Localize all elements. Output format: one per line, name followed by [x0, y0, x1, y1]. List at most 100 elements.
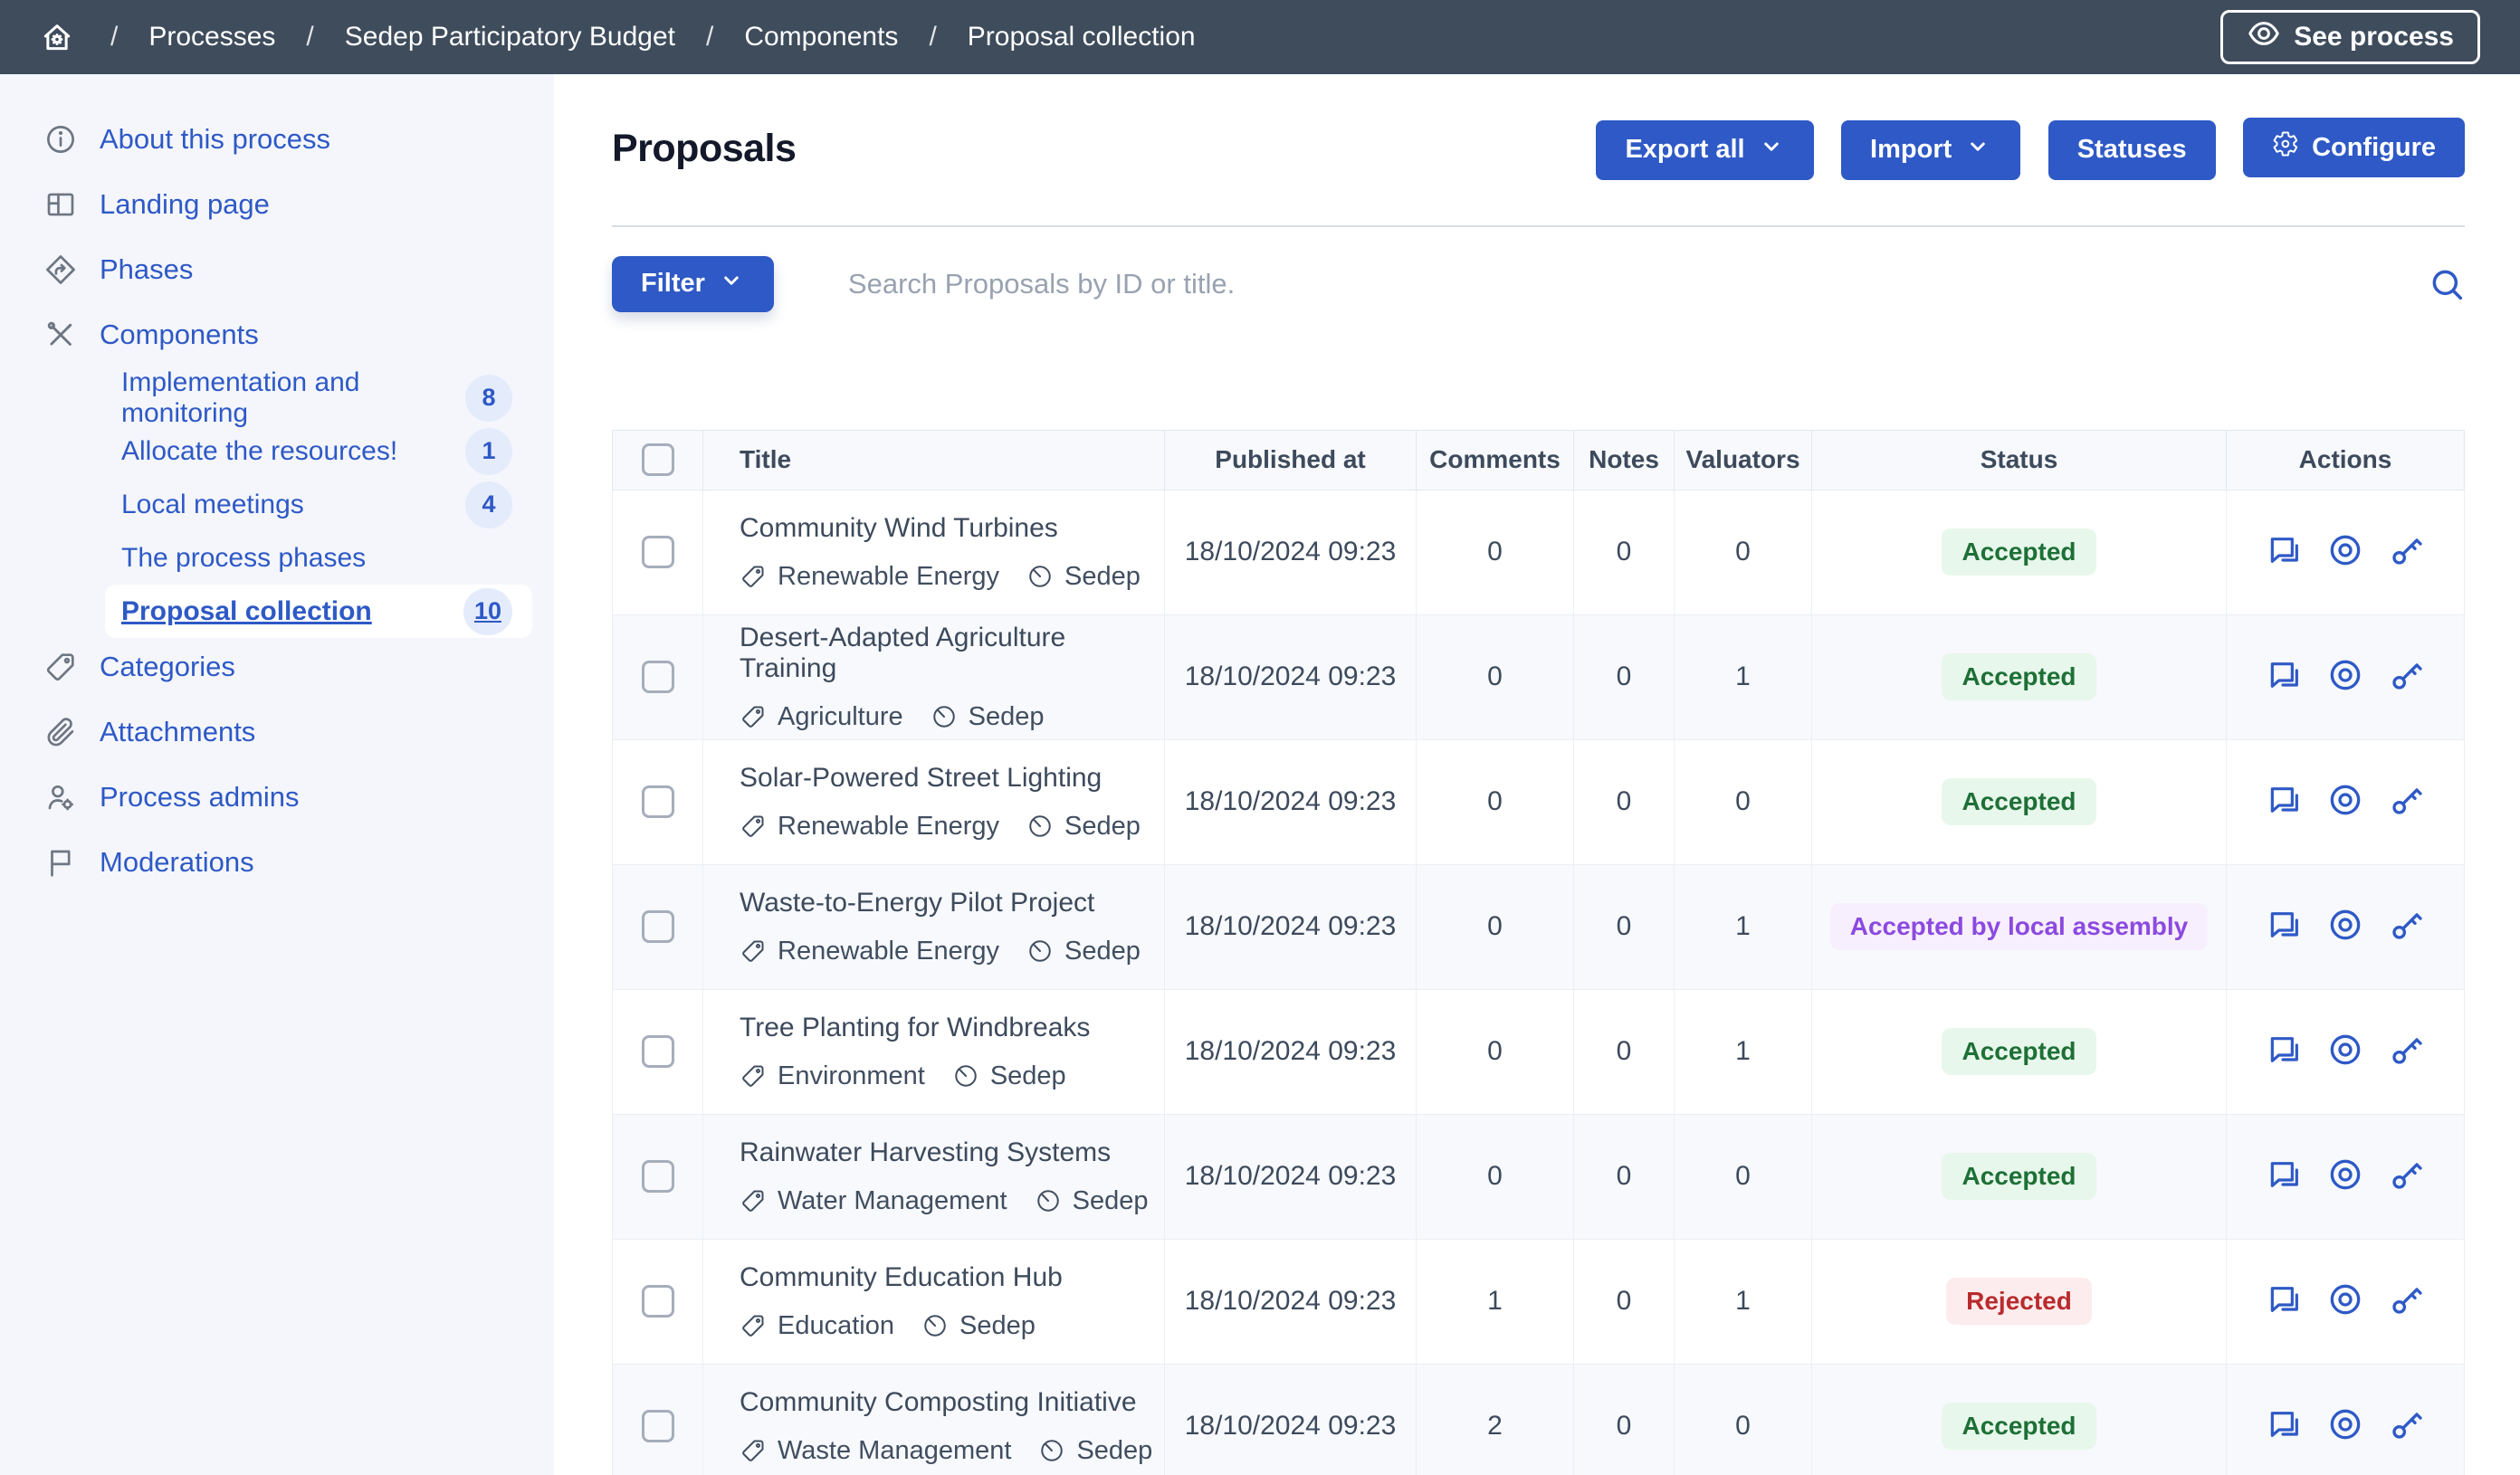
statuses-button[interactable]: Statuses [2048, 120, 2216, 180]
notes-count: 0 [1574, 739, 1675, 864]
row-checkbox[interactable] [642, 910, 674, 943]
permissions-button[interactable] [2389, 782, 2425, 818]
sidebar-item-label: Process admins [100, 781, 300, 814]
row-checkbox[interactable] [642, 1285, 674, 1318]
sidebar-item-categories[interactable]: Categories [43, 638, 532, 696]
status-badge: Accepted [1942, 1403, 2095, 1450]
gear-icon [2272, 130, 2299, 165]
key-icon [2389, 1281, 2425, 1318]
see-process-button[interactable]: See process [2220, 10, 2480, 64]
search-input[interactable] [848, 268, 2410, 300]
key-icon [2389, 1032, 2425, 1068]
show-proposal-button[interactable] [2327, 657, 2363, 693]
show-proposal-button[interactable] [2327, 1032, 2363, 1068]
row-checkbox[interactable] [642, 1160, 674, 1193]
page-title: Proposals [612, 127, 796, 171]
permissions-button[interactable] [2389, 1281, 2425, 1318]
home-icon[interactable] [40, 20, 74, 54]
row-checkbox[interactable] [642, 1035, 674, 1068]
notes-count: 0 [1574, 1114, 1675, 1239]
show-proposal-button[interactable] [2327, 1156, 2363, 1193]
show-proposal-button[interactable] [2327, 1281, 2363, 1318]
proposal-category: Environment [778, 1061, 925, 1091]
answer-proposal-button[interactable] [2266, 532, 2302, 568]
sidebar-item-label: Phases [100, 253, 193, 286]
proposal-title[interactable]: Community Composting Initiative [740, 1387, 1164, 1418]
configure-button[interactable]: Configure [2243, 118, 2465, 177]
import-button[interactable]: Import [1841, 120, 2020, 180]
permissions-button[interactable] [2389, 1406, 2425, 1442]
sidebar-component-item[interactable]: The process phases [105, 531, 532, 585]
answer-proposal-button[interactable] [2266, 1032, 2302, 1068]
answer-proposal-button[interactable] [2266, 657, 2302, 693]
permissions-button[interactable] [2389, 1032, 2425, 1068]
proposal-title[interactable]: Rainwater Harvesting Systems [740, 1137, 1164, 1168]
answer-proposal-button[interactable] [2266, 907, 2302, 943]
breadcrumb-current[interactable]: Proposal collection [968, 22, 1196, 52]
column-published-at: Published at [1165, 430, 1417, 490]
proposal-title[interactable]: Tree Planting for Windbreaks [740, 1013, 1164, 1043]
status-badge: Accepted by local assembly [1830, 903, 2209, 950]
proposal-title[interactable]: Community Wind Turbines [740, 513, 1164, 544]
answer-proposal-button[interactable] [2266, 1406, 2302, 1442]
table-row: Tree Planting for Windbreaks Environment… [613, 989, 2465, 1114]
preview-icon [2327, 1156, 2363, 1193]
table-row: Community Composting Initiative Waste Ma… [613, 1364, 2465, 1475]
key-icon [2389, 532, 2425, 568]
table-header-row: Title Published at Comments Notes Valuat… [613, 430, 2465, 490]
breadcrumb-process-name[interactable]: Sedep Participatory Budget [345, 22, 675, 52]
sidebar-component-item[interactable]: Implementation and monitoring 8 [105, 371, 532, 424]
scope-icon [921, 1312, 949, 1339]
row-checkbox[interactable] [642, 785, 674, 818]
sidebar-item-phases[interactable]: Phases [43, 241, 532, 299]
answer-proposal-button[interactable] [2266, 1281, 2302, 1318]
row-checkbox[interactable] [642, 1410, 674, 1442]
sidebar-item-moderations[interactable]: Moderations [43, 833, 532, 891]
sidebar-component-item[interactable]: Allocate the resources! 1 [105, 424, 532, 478]
breadcrumb-components[interactable]: Components [744, 22, 898, 52]
proposal-scope: Sedep [959, 1311, 1036, 1341]
table-row: Desert-Adapted Agriculture Training Agri… [613, 614, 2465, 739]
breadcrumb-processes[interactable]: Processes [148, 22, 275, 52]
sidebar-component-item[interactable]: Proposal collection 10 [105, 585, 532, 638]
status-badge: Accepted [1942, 1153, 2095, 1200]
show-proposal-button[interactable] [2327, 532, 2363, 568]
answer-proposal-button[interactable] [2266, 782, 2302, 818]
row-checkbox[interactable] [642, 536, 674, 568]
show-proposal-button[interactable] [2327, 782, 2363, 818]
scope-icon [931, 703, 958, 730]
row-checkbox[interactable] [642, 661, 674, 693]
filter-button[interactable]: Filter [612, 256, 774, 312]
show-proposal-button[interactable] [2327, 1406, 2363, 1442]
show-proposal-button[interactable] [2327, 907, 2363, 943]
comment-icon [2266, 1156, 2302, 1193]
sidebar-item-components[interactable]: Components [43, 306, 532, 364]
comments-count: 0 [1417, 490, 1574, 614]
permissions-button[interactable] [2389, 907, 2425, 943]
breadcrumb-separator: / [929, 22, 936, 52]
sidebar-item-attachments[interactable]: Attachments [43, 703, 532, 761]
category-tag-icon [740, 703, 767, 730]
export-all-button[interactable]: Export all [1596, 120, 1813, 180]
proposal-tags: Water Management Sedep [740, 1186, 1164, 1216]
category-tag-icon [740, 813, 767, 840]
comment-icon [2266, 532, 2302, 568]
proposal-title[interactable]: Desert-Adapted Agriculture Training [740, 623, 1164, 684]
permissions-button[interactable] [2389, 532, 2425, 568]
proposal-tags: Agriculture Sedep [740, 702, 1164, 732]
select-all-checkbox[interactable] [642, 443, 674, 476]
info-icon [43, 122, 78, 157]
sidebar-item-landing-page[interactable]: Landing page [43, 176, 532, 233]
user-gear-icon [43, 780, 78, 814]
proposal-title[interactable]: Waste-to-Energy Pilot Project [740, 888, 1164, 918]
permissions-button[interactable] [2389, 1156, 2425, 1193]
sidebar-component-item[interactable]: Local meetings 4 [105, 478, 532, 531]
proposal-title[interactable]: Community Education Hub [740, 1262, 1164, 1293]
sidebar-item-label: About this process [100, 123, 330, 156]
sidebar-item-about[interactable]: About this process [43, 110, 532, 168]
answer-proposal-button[interactable] [2266, 1156, 2302, 1193]
search-icon[interactable] [2429, 266, 2465, 302]
sidebar-item-process-admins[interactable]: Process admins [43, 768, 532, 826]
permissions-button[interactable] [2389, 657, 2425, 693]
proposal-title[interactable]: Solar-Powered Street Lighting [740, 763, 1164, 794]
